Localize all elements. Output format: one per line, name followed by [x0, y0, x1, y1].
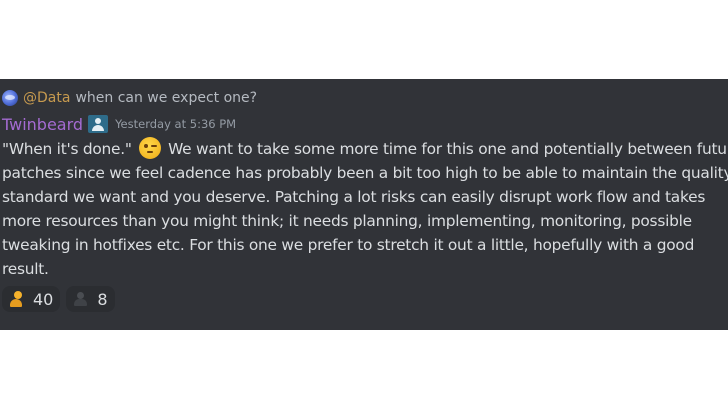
author-name[interactable]: Twinbeard [2, 115, 83, 134]
message-line: standard we want and you deserve. Patchi… [2, 188, 706, 206]
bot-avatar-icon [2, 90, 18, 106]
reaction-dark-person[interactable]: 8 [66, 286, 115, 312]
message-line: "When it's done." We want to take some m… [2, 137, 728, 161]
reply-preview[interactable]: @Data when can we expect one? [2, 88, 257, 108]
message-line-text: We want to take some more time for this … [168, 140, 728, 158]
reply-mention[interactable]: @Data [23, 90, 70, 106]
message-header: Twinbeard Yesterday at 5:36 PM [2, 113, 236, 135]
message-line: tweaking in hotfixes etc. For this one w… [2, 236, 695, 254]
screenshot-frame: @Data when can we expect one? Twinbeard … [0, 0, 728, 410]
reply-text: when can we expect one? [75, 90, 258, 106]
user-role-icon[interactable] [88, 115, 109, 133]
reactions-bar: 40 8 [2, 286, 115, 312]
person-emoji-icon [8, 290, 26, 308]
message-body: "When it's done." We want to take some m… [2, 137, 728, 281]
reaction-count: 8 [97, 289, 108, 309]
chat-message-panel: @Data when can we expect one? Twinbeard … [0, 79, 728, 330]
wink-emoji-icon [139, 137, 162, 159]
timestamp: Yesterday at 5:36 PM [115, 117, 237, 131]
reaction-count: 40 [33, 289, 54, 309]
reaction-person[interactable]: 40 [2, 286, 61, 312]
message-quote: "When it's done." [2, 140, 132, 158]
message-line: result. [2, 260, 49, 278]
message-line: more resources than you might think; it … [2, 212, 692, 230]
dark-person-emoji-icon [72, 290, 90, 308]
message-line: patches since we feel cadence has probab… [2, 164, 728, 182]
